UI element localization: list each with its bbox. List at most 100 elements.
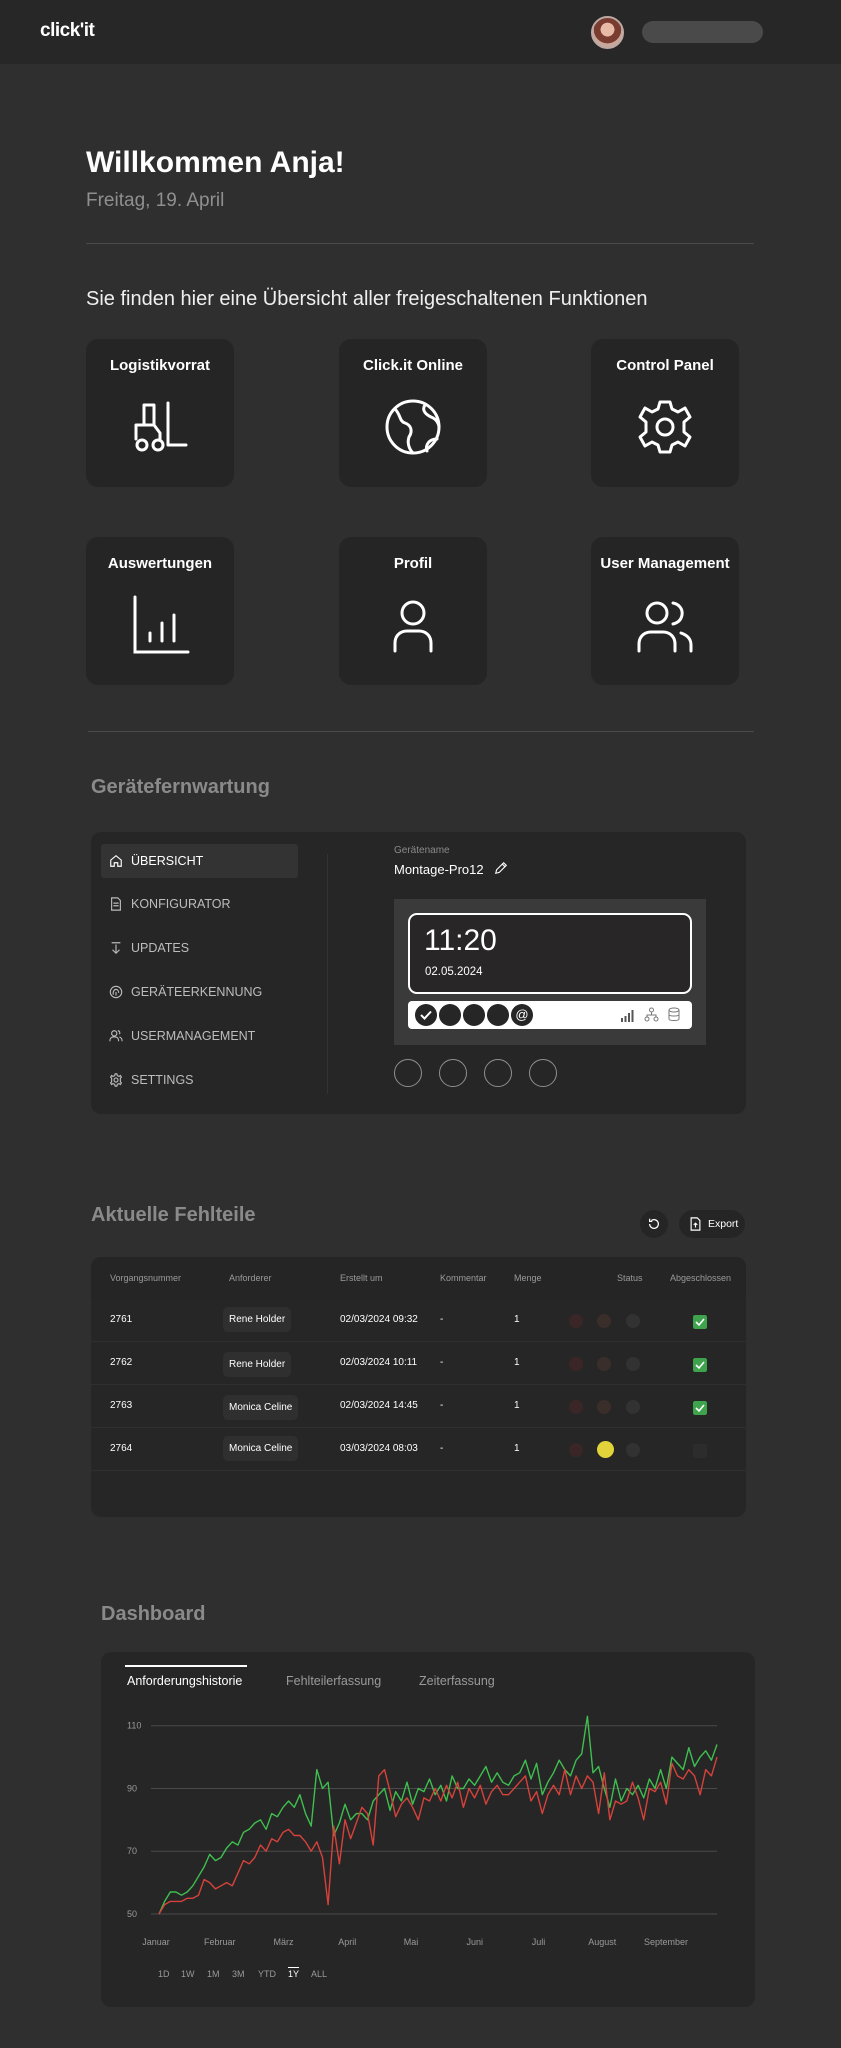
- export-button[interactable]: Export: [679, 1210, 745, 1238]
- table-row[interactable]: 2761 Rene Holder 02/03/2024 09:32 - 1: [91, 1299, 746, 1342]
- check-icon: [415, 1004, 437, 1026]
- range-3m[interactable]: 3M: [232, 1969, 245, 1979]
- range-1w[interactable]: 1W: [181, 1969, 195, 1979]
- tile-auswertungen[interactable]: Auswertungen: [86, 537, 234, 685]
- intro-text: Sie finden hier eine Übersicht aller fre…: [86, 288, 648, 310]
- status-dot: [439, 1004, 461, 1026]
- export-label: Export: [708, 1218, 739, 1230]
- status-light-red: [569, 1314, 583, 1328]
- tile-clickit-online[interactable]: Click.it Online: [339, 339, 487, 487]
- avatar[interactable]: [591, 16, 624, 49]
- column-header: Menge: [514, 1273, 542, 1283]
- menu-item-label: ÜBERSICHT: [131, 854, 204, 868]
- requester-chip: Rene Holder: [223, 1352, 292, 1377]
- table-row[interactable]: 2762 Rene Holder 02/03/2024 10:11 - 1: [91, 1342, 746, 1385]
- device-button-4[interactable]: [529, 1059, 557, 1087]
- x-tick-label: Juni: [466, 1937, 483, 1947]
- divider: [327, 854, 328, 1094]
- cell-qty: 1: [514, 1400, 520, 1411]
- status-strip: @: [408, 1001, 692, 1029]
- globe-icon: [385, 399, 441, 455]
- cell-id: 2763: [110, 1400, 133, 1411]
- column-header: Erstellt um: [340, 1273, 383, 1283]
- status-light-green: [626, 1443, 640, 1457]
- cell-comment: -: [440, 1314, 444, 1325]
- top-bar: click'it: [0, 0, 841, 64]
- tile-label: User Management: [600, 555, 730, 572]
- menu-item-usermanagement[interactable]: USERMANAGEMENT: [101, 1019, 298, 1053]
- checkbox-checked[interactable]: [693, 1358, 707, 1372]
- status-light-yellow: [597, 1400, 611, 1414]
- section-title-remote: Gerätefernwartung: [91, 776, 270, 798]
- x-tick-label: April: [338, 1937, 356, 1947]
- refresh-button[interactable]: [640, 1210, 668, 1238]
- tile-label: Click.it Online: [362, 357, 464, 374]
- y-tick-label: 110: [127, 1721, 141, 1731]
- checkbox-checked[interactable]: [693, 1315, 707, 1329]
- requester-chip: Monica Celine: [223, 1395, 299, 1420]
- status-dot: [463, 1004, 485, 1026]
- gear-icon: [638, 400, 692, 454]
- table-row[interactable]: 2764 Monica Celine 03/03/2024 08:03 - 1: [91, 1428, 746, 1471]
- checkbox-checked[interactable]: [693, 1401, 707, 1415]
- range-1m[interactable]: 1M: [207, 1969, 220, 1979]
- device-button-1[interactable]: [394, 1059, 422, 1087]
- cell-qty: 1: [514, 1314, 520, 1325]
- gear-icon: [109, 1073, 123, 1087]
- dashboard-panel: Anforderungshistorie Fehlteilerfassung Z…: [101, 1652, 755, 2007]
- at-icon: @: [511, 1004, 533, 1026]
- cell-comment: -: [440, 1357, 444, 1368]
- device-name-label: Gerätename: [394, 845, 450, 856]
- tile-profil[interactable]: Profil: [339, 537, 487, 685]
- device-button-3[interactable]: [484, 1059, 512, 1087]
- range-ytd[interactable]: YTD: [258, 1969, 276, 1979]
- x-tick-label: Mai: [404, 1937, 419, 1947]
- forklift-icon: [134, 401, 188, 452]
- x-tick-label: März: [274, 1937, 294, 1947]
- parts-table: Vorgangsnummer Anforderer Erstellt um Ko…: [91, 1257, 746, 1517]
- table-header: Vorgangsnummer Anforderer Erstellt um Ko…: [91, 1257, 746, 1299]
- tile-logistikvorrat[interactable]: Logistikvorrat: [86, 339, 234, 487]
- menu-item-uebersicht[interactable]: ÜBERSICHT: [101, 844, 298, 878]
- menu-item-updates[interactable]: UPDATES: [101, 931, 298, 965]
- users-icon: [637, 601, 693, 653]
- tile-control-panel[interactable]: Control Panel: [591, 339, 739, 487]
- divider: [88, 731, 754, 732]
- logo[interactable]: click'it: [40, 20, 95, 42]
- x-tick-label: Juli: [532, 1937, 546, 1947]
- edit-icon[interactable]: [494, 861, 508, 875]
- y-tick-label: 50: [127, 1909, 137, 1919]
- y-tick-label: 70: [127, 1846, 137, 1856]
- document-icon: [111, 897, 121, 911]
- range-1d[interactable]: 1D: [158, 1969, 170, 1979]
- user-icon: [393, 600, 433, 653]
- menu-item-settings[interactable]: SETTINGS: [101, 1063, 298, 1097]
- tile-user-management[interactable]: User Management: [591, 537, 739, 685]
- range-all[interactable]: ALL: [311, 1969, 327, 1979]
- x-tick-label: Januar: [142, 1937, 170, 1947]
- menu-item-konfigurator[interactable]: KONFIGURATOR: [101, 887, 298, 921]
- welcome-title: Willkommen Anja!: [86, 146, 345, 179]
- device-name: Montage-Pro12: [394, 862, 484, 877]
- requester-chip: Rene Holder: [223, 1307, 292, 1332]
- column-header: Abgeschlossen: [670, 1273, 732, 1283]
- cell-created: 02/03/2024 09:32: [340, 1314, 418, 1325]
- line-chart: 50 70 90 110 Januar Februar März April Mai Juni Ju…: [127, 1715, 718, 1947]
- welcome-date: Freitag, 19. April: [86, 190, 225, 211]
- status-light-red: [569, 1443, 583, 1457]
- menu-item-label: KONFIGURATOR: [131, 897, 231, 911]
- tile-label: Logistikvorrat: [109, 357, 211, 374]
- device-button-2[interactable]: [439, 1059, 467, 1087]
- users-icon: [109, 1030, 123, 1042]
- checkbox-unchecked[interactable]: [693, 1444, 707, 1458]
- clock-display: 11:20 02.05.2024: [408, 913, 692, 994]
- cell-id: 2764: [110, 1443, 133, 1454]
- user-menu-pill[interactable]: [642, 21, 763, 43]
- menu-item-geraeteerkennung[interactable]: GERÄTEERKENNUNG: [101, 975, 298, 1009]
- range-1y[interactable]: 1Y: [288, 1967, 300, 1979]
- y-tick-label: 90: [127, 1783, 137, 1793]
- tile-label: Profil: [393, 555, 433, 572]
- table-row[interactable]: 2763 Monica Celine 02/03/2024 14:45 - 1: [91, 1385, 746, 1428]
- tile-label: Control Panel: [616, 357, 714, 374]
- refresh-icon: [649, 1218, 659, 1229]
